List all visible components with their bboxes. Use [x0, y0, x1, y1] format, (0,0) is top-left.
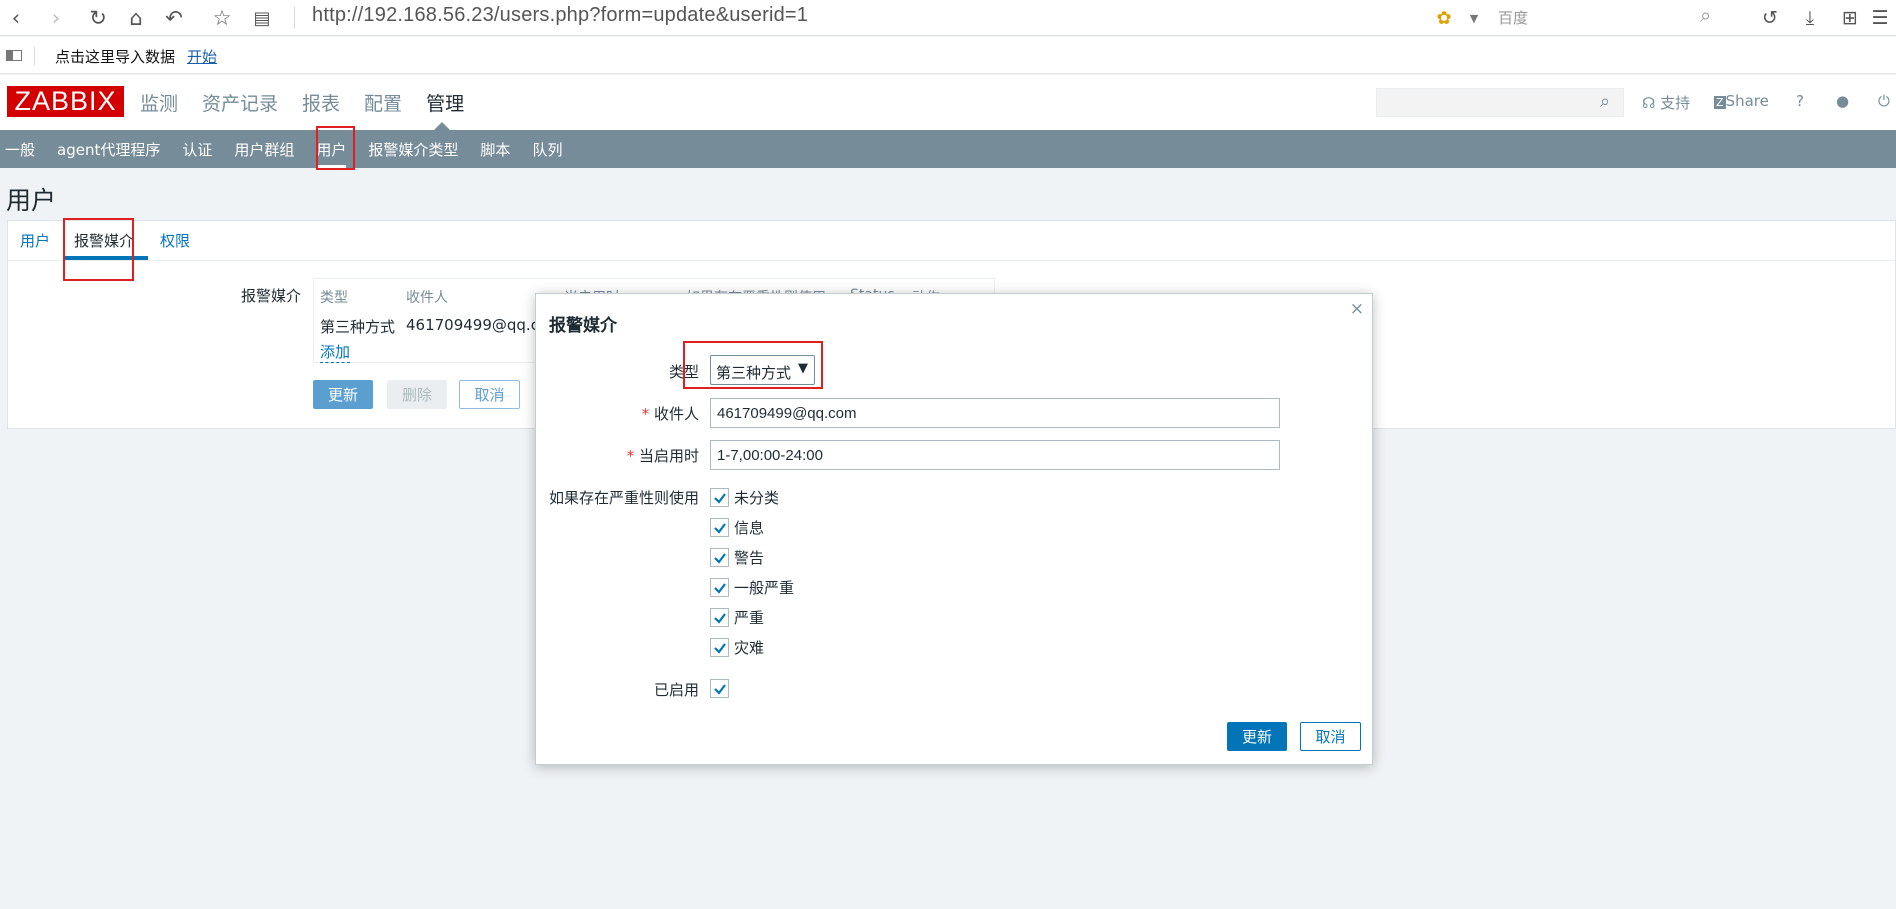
support-link[interactable]: ☊ 支持: [1642, 92, 1690, 113]
form-tabs: 用户 报警媒介 权限: [8, 221, 1895, 261]
headset-icon: ☊: [1642, 94, 1656, 112]
subnav-queue[interactable]: 队列: [532, 139, 562, 160]
severity-high[interactable]: 严重: [710, 607, 764, 628]
address-divider: [294, 7, 295, 29]
subnav-authentication[interactable]: 认证: [182, 139, 212, 160]
main-menu: 监测 资产记录 报表 配置 管理: [140, 89, 488, 116]
media-type-select[interactable]: 第三种方式 ▼: [710, 355, 815, 385]
subnav-media-types[interactable]: 报警媒介类型: [368, 139, 458, 160]
type-label: 类型: [668, 363, 699, 381]
media-type-cell: 第三种方式: [320, 318, 396, 336]
search-icon[interactable]: ⌕: [1700, 3, 1711, 27]
forward-icon[interactable]: ›: [42, 4, 70, 32]
checkbox-checked-icon[interactable]: [710, 578, 729, 597]
menu-reports[interactable]: 报表: [302, 89, 340, 116]
share-icon: Z: [1714, 96, 1726, 109]
browser-search-input[interactable]: 百度: [1498, 7, 1528, 28]
reload-icon[interactable]: ↻: [84, 4, 112, 32]
column-header-recipient: 收件人: [406, 290, 448, 306]
sendto-input[interactable]: 461709499@qq.com: [710, 398, 1280, 428]
search-icon[interactable]: ⌕: [1600, 91, 1610, 112]
menu-inventory[interactable]: 资产记录: [202, 89, 278, 116]
enabled-label: 已启用: [653, 681, 699, 699]
checkbox-checked-icon[interactable]: [710, 488, 729, 507]
checkbox-checked-icon[interactable]: [710, 518, 729, 537]
severity-not-classified[interactable]: 未分类: [710, 487, 779, 508]
bookmark-divider: [34, 47, 35, 65]
history-icon[interactable]: ↺: [1756, 4, 1784, 32]
column-header-type: 类型: [320, 290, 348, 306]
checkbox-checked-icon[interactable]: [710, 548, 729, 567]
menu-monitoring[interactable]: 监测: [140, 89, 178, 116]
severity-average[interactable]: 一般严重: [710, 577, 794, 598]
subnav-general[interactable]: 一般: [5, 139, 35, 160]
severity-disaster[interactable]: 灾难: [710, 637, 764, 658]
reader-icon[interactable]: ▤: [248, 4, 276, 32]
menu-icon[interactable]: ☰: [1866, 4, 1894, 32]
subnav-scripts[interactable]: 脚本: [480, 139, 510, 160]
browser-toolbar: ‹ › ↻ ⌂ ↶ ☆ ▤ http://192.168.56.23/users…: [0, 0, 1896, 36]
sub-navigation: 一般 agent代理程序 认证 用户群组 用户 报警媒介类型 脚本 队列: [0, 130, 1896, 169]
help-link[interactable]: ?: [1796, 92, 1804, 110]
back-icon[interactable]: ‹: [2, 4, 30, 32]
undo-icon[interactable]: ↶: [160, 4, 188, 32]
checkbox-checked-icon[interactable]: [710, 679, 729, 698]
sidebar-toggle-icon[interactable]: [6, 50, 22, 61]
menu-administration[interactable]: 管理: [426, 89, 464, 116]
period-input[interactable]: 1-7,00:00-24:00: [710, 440, 1280, 470]
share-label: Share: [1725, 92, 1769, 110]
dialog-update-button[interactable]: 更新: [1227, 722, 1287, 751]
subnav-user-groups[interactable]: 用户群组: [234, 139, 294, 160]
period-label: * 当启用时: [626, 447, 699, 465]
tab-permissions[interactable]: 权限: [160, 230, 190, 251]
bookmark-start-link[interactable]: 开始: [187, 46, 217, 67]
home-icon[interactable]: ⌂: [122, 4, 150, 32]
dialog-title: 报警媒介: [549, 316, 617, 336]
dialog-cancel-button[interactable]: 取消: [1300, 722, 1361, 751]
tab-user[interactable]: 用户: [20, 230, 50, 251]
dropdown-arrow-icon: ▼: [798, 361, 808, 376]
bookmarks-bar: 点击这里导入数据 开始: [0, 37, 1896, 74]
chevron-down-icon[interactable]: ▼: [1460, 4, 1488, 32]
severity-information[interactable]: 信息: [710, 517, 764, 538]
severity-warning[interactable]: 警告: [710, 547, 764, 568]
star-icon[interactable]: ☆: [208, 4, 236, 32]
checkbox-checked-icon[interactable]: [710, 638, 729, 657]
bookmark-import-text: 点击这里导入数据: [55, 48, 176, 66]
subnav-users[interactable]: 用户: [316, 139, 347, 169]
logout-icon[interactable]: ⏻: [1878, 92, 1890, 110]
menu-configuration[interactable]: 配置: [364, 89, 402, 116]
support-label: 支持: [1660, 94, 1691, 112]
global-search-input[interactable]: [1376, 88, 1624, 117]
checkbox-checked-icon[interactable]: [710, 608, 729, 627]
extension-icon[interactable]: ✿: [1430, 4, 1458, 32]
apps-icon[interactable]: ⊞: [1836, 4, 1864, 32]
page-title: 用户: [6, 186, 57, 215]
severity-label: 如果存在严重性则使用: [548, 489, 699, 507]
download-icon[interactable]: ⤓: [1796, 4, 1824, 32]
tab-media[interactable]: 报警媒介: [74, 230, 134, 251]
zabbix-header: ZABBIX 监测 资产记录 报表 配置 管理 ⌕ ☊ 支持 Z Share ? …: [0, 75, 1896, 131]
zabbix-logo[interactable]: ZABBIX: [7, 86, 124, 117]
subnav-proxies[interactable]: agent代理程序: [57, 139, 160, 160]
active-tab-indicator: [64, 256, 148, 260]
media-type-value: 第三种方式: [716, 364, 792, 382]
address-bar[interactable]: http://192.168.56.23/users.php?form=upda…: [312, 4, 808, 27]
media-row-label: 报警媒介: [241, 287, 302, 305]
update-button[interactable]: 更新: [313, 380, 373, 409]
close-icon[interactable]: ×: [1350, 299, 1364, 319]
share-link[interactable]: Z Share: [1714, 92, 1769, 110]
user-profile-icon[interactable]: ●: [1836, 92, 1849, 110]
media-dialog: 报警媒介 × 类型 第三种方式 ▼ * 收件人 461709499@qq.com…: [535, 293, 1373, 765]
add-media-link[interactable]: 添加: [320, 341, 351, 363]
sendto-label: * 收件人: [641, 405, 699, 423]
enabled-checkbox[interactable]: [710, 679, 729, 698]
